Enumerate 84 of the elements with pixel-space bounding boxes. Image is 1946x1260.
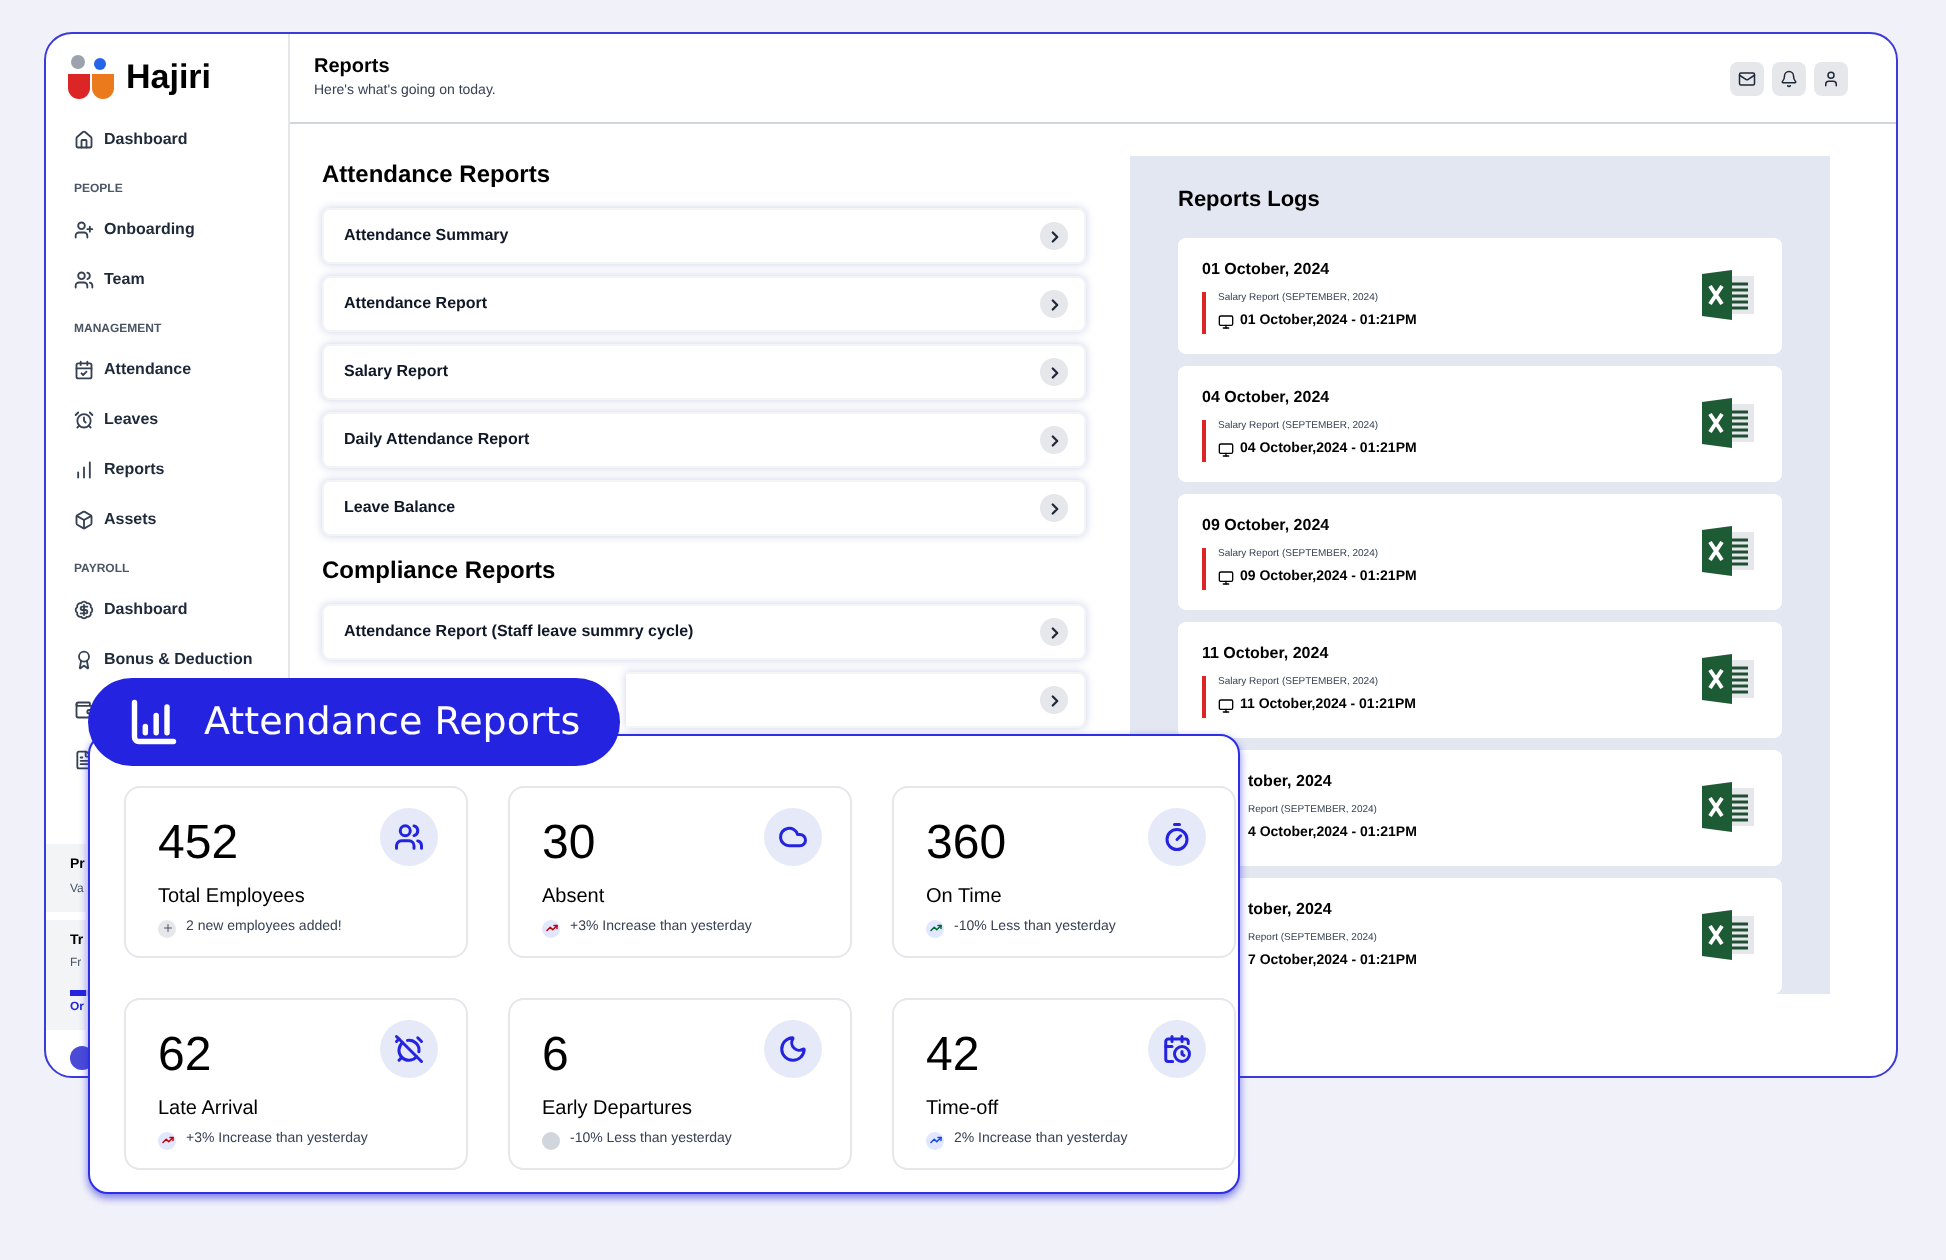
report-row[interactable]: Daily Attendance Report <box>322 412 1086 468</box>
users-icon <box>74 269 94 289</box>
stat-label: Late Arrival <box>158 1096 259 1124</box>
log-date: 01 October, 2024 <box>1202 257 1332 281</box>
plus-icon <box>158 919 176 938</box>
clock-off-icon <box>380 1020 438 1078</box>
logs-title: Reports Logs <box>1178 186 1322 216</box>
stopwatch-icon <box>1148 808 1206 866</box>
user-plus-icon <box>74 219 94 239</box>
stat-value: 62 <box>158 1026 212 1086</box>
box-icon <box>74 509 94 529</box>
nav-item[interactable]: Dashboard <box>74 127 188 151</box>
nav-item[interactable]: Reports <box>74 457 165 481</box>
log-date: 04 October, 2024 <box>1202 385 1332 409</box>
chevron-icon <box>1040 686 1068 714</box>
chevron-icon <box>1040 290 1068 318</box>
nav-item[interactable]: Bonus & Deduction <box>74 647 253 671</box>
report-row[interactable]: Attendance Report <box>322 276 1086 332</box>
users-icon <box>380 808 438 866</box>
user-button[interactable] <box>1814 61 1848 95</box>
moon-icon <box>764 1020 822 1078</box>
chevron-icon <box>1040 358 1068 386</box>
report-row[interactable]: Attendance Summary <box>322 208 1086 264</box>
user-icon <box>1822 69 1840 87</box>
chevron-icon <box>1040 222 1068 250</box>
stat-value: 42 <box>926 1026 980 1086</box>
spreadsheet-file-icon <box>1702 270 1754 320</box>
nav-item[interactable]: Assets <box>74 507 157 531</box>
log-date: 09 October, 2024 <box>1202 513 1332 537</box>
stat-label: On Time <box>926 884 1002 912</box>
spreadsheet-file-icon <box>1702 910 1754 960</box>
bar-chart-icon <box>74 459 94 479</box>
stat-value: 452 <box>158 814 239 874</box>
report-row[interactable]: Salary Report <box>322 344 1086 400</box>
report-row[interactable]: Leave Balance <box>322 480 1086 536</box>
award-icon <box>74 649 94 669</box>
logo-icon <box>66 54 118 102</box>
nav-item[interactable]: Team <box>74 267 145 291</box>
log-date: tober, 2024 <box>1248 897 1334 921</box>
nav-item[interactable]: Dashboard <box>74 597 188 621</box>
stat-label: Absent <box>542 884 605 912</box>
stat-label: Time-off <box>926 1096 999 1124</box>
bell-icon <box>1780 69 1798 87</box>
nav-item[interactable]: Attendance <box>74 357 192 381</box>
spreadsheet-file-icon <box>1702 782 1754 832</box>
page-title: Reports <box>314 54 392 83</box>
spreadsheet-file-icon <box>1702 398 1754 448</box>
monitor-icon <box>1218 442 1234 459</box>
trend-up-icon <box>542 919 560 938</box>
trend-up-icon <box>926 1131 944 1150</box>
monitor-icon <box>1218 570 1234 587</box>
stat-label: Early Departures <box>542 1096 693 1124</box>
calendar-clock-icon <box>1148 1020 1206 1078</box>
chevron-icon <box>1040 426 1068 454</box>
nav-item[interactable]: Onboarding <box>74 217 195 241</box>
mail-button[interactable] <box>1730 61 1764 95</box>
stat-value: 30 <box>542 814 596 874</box>
monitor-icon <box>1218 698 1234 715</box>
overlay-title: Attendance Reports <box>204 697 581 748</box>
log-date: tober, 2024 <box>1248 769 1334 793</box>
spreadsheet-file-icon <box>1702 526 1754 576</box>
stat-label: Total Employees <box>158 884 305 912</box>
stat-value: 6 <box>542 1026 569 1086</box>
home-icon <box>74 129 94 149</box>
nav-item[interactable]: Leaves <box>74 407 159 431</box>
spreadsheet-file-icon <box>1702 654 1754 704</box>
chevron-icon <box>1040 618 1068 646</box>
alarm-clock-icon <box>74 409 94 429</box>
cloud-icon <box>764 808 822 866</box>
dollar-badge-icon <box>74 599 94 619</box>
trend-up-icon <box>158 1131 176 1150</box>
bell-button[interactable] <box>1772 61 1806 95</box>
section-title: Attendance Reports <box>322 158 553 192</box>
stat-value: 360 <box>926 814 1007 874</box>
trend-up-icon <box>926 919 944 938</box>
calendar-icon <box>74 359 94 379</box>
brand-name: Hajiri <box>126 56 212 101</box>
section-title: Compliance Reports <box>322 554 558 588</box>
chart-icon <box>128 696 180 748</box>
report-row[interactable]: Attendance Report (Staff leave summry cycle) <box>322 604 1086 660</box>
chevron-icon <box>1040 494 1068 522</box>
monitor-icon <box>1218 314 1234 331</box>
mail-icon <box>1738 69 1756 87</box>
log-date: 11 October, 2024 <box>1202 641 1331 665</box>
